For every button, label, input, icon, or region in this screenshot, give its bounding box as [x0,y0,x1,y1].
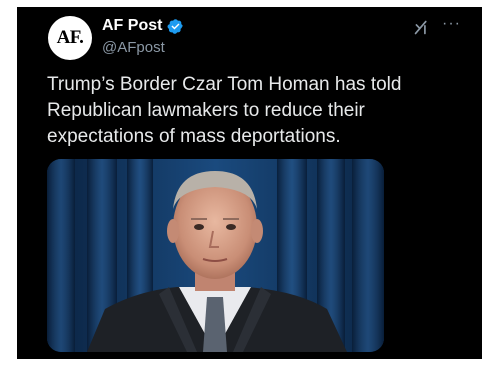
more-options-icon[interactable]: ··· [442,16,461,32]
author-handle[interactable]: @AFpost [102,39,165,56]
author-name-row: AF Post [102,17,184,35]
post-image[interactable] [47,159,384,352]
avatar[interactable]: AF. [48,16,92,60]
author-display-name[interactable]: AF Post [102,17,162,35]
post-card[interactable]: AF. AF Post @AFpost ··· Trump’s Border C… [17,7,482,359]
grok-icon[interactable] [413,19,430,36]
verified-badge-icon [167,18,184,34]
post-text: Trump’s Border Czar Tom Homan has told R… [47,74,402,147]
avatar-logo-text: AF. [56,27,84,48]
